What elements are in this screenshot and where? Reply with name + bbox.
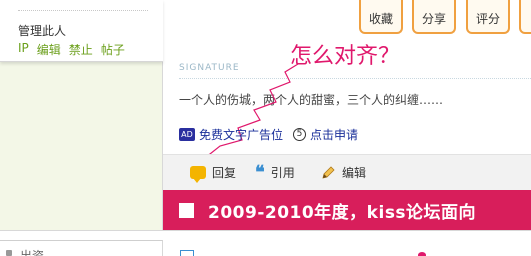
next-post-marker-icon (418, 252, 426, 256)
share-label: 分享 (421, 12, 446, 26)
favorite-button[interactable]: 收藏 (359, 0, 403, 34)
ad-line: AD 免费文字广告位 5 点击申请 (179, 126, 358, 143)
next-sidebar-label: 出资... (20, 249, 56, 256)
user-icon (6, 250, 12, 256)
more-button[interactable] (519, 0, 531, 34)
user-sidebar: 管理此人 IP 编辑 禁止 帖子 (0, 0, 163, 230)
reply-label: 回复 (212, 166, 237, 180)
banner-text: 2009-2010年度，kiss论坛面向 (208, 202, 477, 223)
user-admin-actions: IP 编辑 禁止 帖子 (18, 41, 125, 58)
manage-user-label: 管理此人 (18, 24, 67, 38)
edit-user-link[interactable]: 编辑 (37, 41, 61, 58)
user-manage-card: 管理此人 IP 编辑 禁止 帖子 (0, 0, 163, 62)
apply-ad-link[interactable]: 点击申请 (310, 126, 358, 143)
next-sidebar-header: 出资... (0, 240, 163, 256)
quote-label: 引用 (270, 166, 295, 180)
reply-bubble-icon (190, 166, 206, 183)
annotation-text: 怎么对齐？ (290, 44, 401, 69)
ip-link[interactable]: IP (18, 41, 29, 58)
post-action-bar: 回复 ❝ 引用 编辑 (163, 154, 531, 190)
quote-button[interactable]: ❝ 引用 (255, 161, 295, 183)
ad-badge-icon: AD (179, 128, 195, 141)
share-button[interactable]: 分享 (412, 0, 456, 34)
reply-button[interactable]: 回复 (190, 164, 237, 183)
quote-icon: ❝ (255, 161, 265, 183)
edit-label: 编辑 (342, 166, 367, 180)
pencil-icon (322, 165, 335, 179)
user-posts-link[interactable]: 帖子 (101, 41, 125, 58)
ban-user-link[interactable]: 禁止 (69, 41, 93, 58)
banner-square-icon (179, 202, 194, 218)
edit-button[interactable]: 编辑 (320, 164, 366, 181)
divider (18, 10, 148, 11)
free-text-ad-link[interactable]: 免费文字广告位 (199, 126, 283, 143)
circled-number-icon: 5 (293, 128, 307, 141)
promo-banner[interactable]: 2009-2010年度，kiss论坛面向 (163, 190, 531, 230)
next-post-icon (180, 250, 194, 256)
rate-button[interactable]: 评分 (466, 0, 510, 34)
rate-label: 评分 (475, 12, 500, 26)
favorite-label: 收藏 (368, 12, 393, 26)
